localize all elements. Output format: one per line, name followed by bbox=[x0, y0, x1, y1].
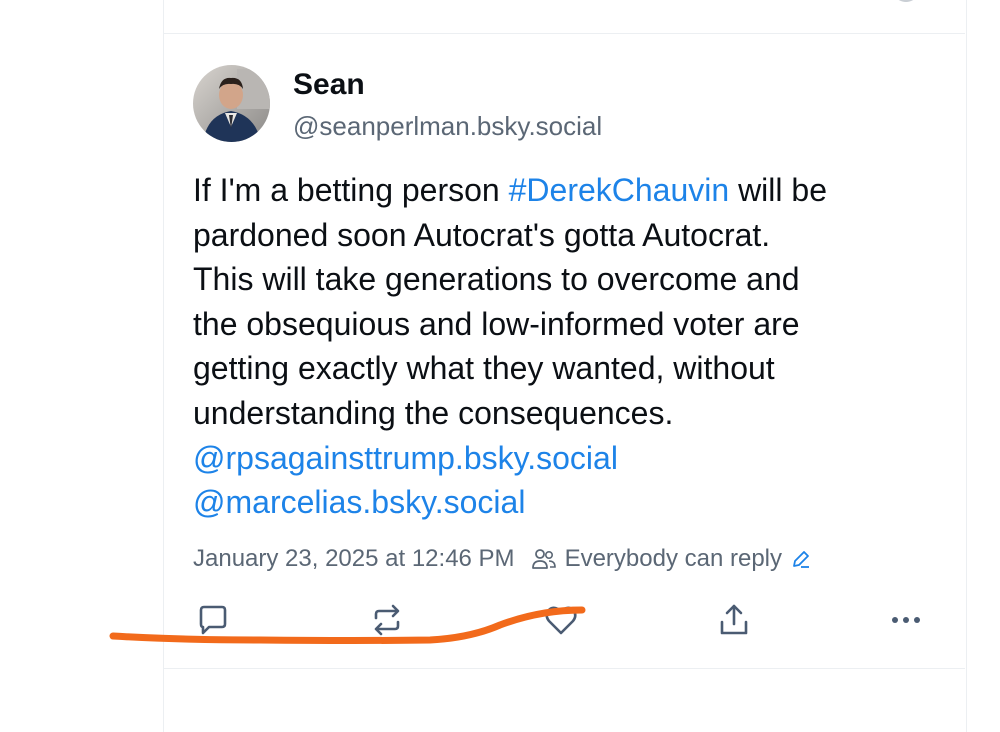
author-handle[interactable]: @seanperlman.bsky.social bbox=[293, 111, 602, 142]
post-text: If I'm a betting person #DerekChauvin wi… bbox=[193, 168, 943, 525]
avatar[interactable] bbox=[193, 65, 270, 142]
share-icon bbox=[720, 604, 748, 635]
more-icon bbox=[892, 617, 920, 623]
post-line: pardoned soon Autocrat's gotta Autocrat. bbox=[193, 216, 771, 253]
post-meta: January 23, 2025 at 12:46 PM Everybody c… bbox=[193, 545, 812, 573]
like-button[interactable] bbox=[541, 600, 581, 640]
reply-setting[interactable]: Everybody can reply bbox=[565, 545, 782, 573]
post-line: If I'm a betting person #DerekChauvin wi… bbox=[193, 168, 943, 213]
post-line: the obsequious and low-informed voter ar… bbox=[193, 305, 800, 342]
post-line: This will take generations to overcome a… bbox=[193, 261, 800, 298]
page: Sean @seanperlman.bsky.social If I'm a b… bbox=[0, 0, 1000, 732]
repost-icon bbox=[374, 604, 400, 636]
more-options-button[interactable] bbox=[886, 600, 926, 640]
mention-link[interactable]: @marcelias.bsky.social bbox=[193, 480, 943, 525]
reply-icon bbox=[199, 605, 227, 635]
post-line: getting exactly what they wanted, withou… bbox=[193, 350, 775, 387]
divider bbox=[163, 33, 965, 34]
share-button[interactable] bbox=[714, 600, 754, 640]
post-text-segment: If I'm a betting person bbox=[193, 172, 509, 208]
partial-icon bbox=[898, 0, 914, 2]
post-line: understanding the consequences. bbox=[193, 394, 674, 431]
divider bbox=[163, 668, 965, 669]
pencil-icon[interactable] bbox=[790, 548, 812, 570]
hashtag-link[interactable]: #DerekChauvin bbox=[509, 172, 730, 208]
reply-button[interactable] bbox=[193, 600, 233, 640]
post-text-segment: will be bbox=[729, 172, 827, 208]
post-timestamp[interactable]: January 23, 2025 at 12:46 PM bbox=[193, 545, 515, 573]
repost-button[interactable] bbox=[367, 600, 407, 640]
people-icon bbox=[531, 547, 557, 571]
mention-link[interactable]: @rpsagainsttrump.bsky.social bbox=[193, 436, 943, 481]
like-icon bbox=[545, 606, 577, 635]
avatar-image bbox=[193, 65, 270, 142]
author-name[interactable]: Sean bbox=[293, 68, 365, 102]
